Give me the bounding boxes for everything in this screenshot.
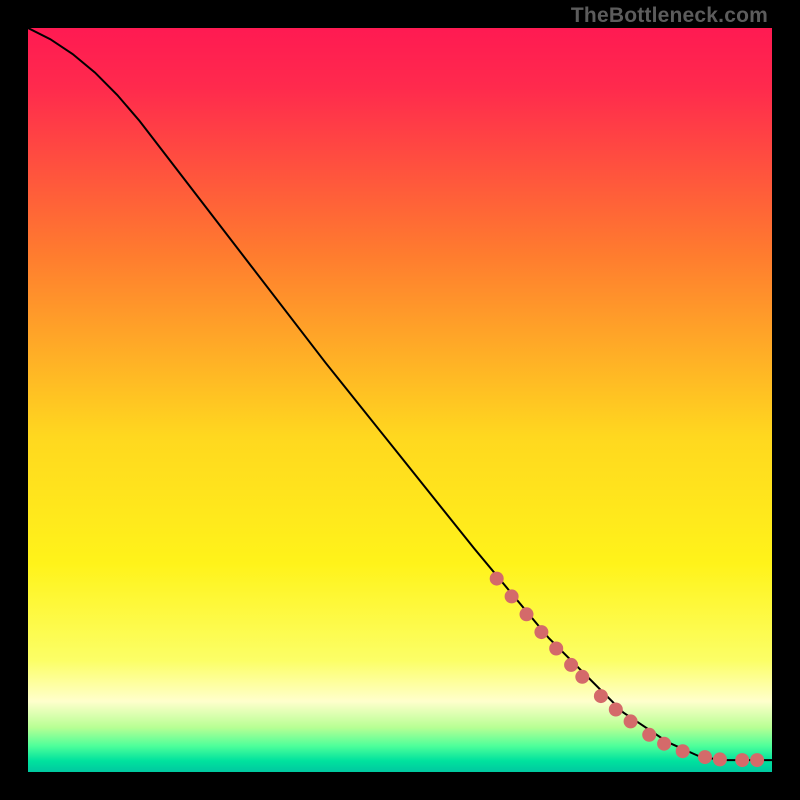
chart-svg (28, 28, 772, 772)
data-marker (624, 714, 638, 728)
data-marker (609, 703, 623, 717)
data-marker (505, 589, 519, 603)
data-marker (564, 658, 578, 672)
data-marker (534, 625, 548, 639)
data-marker (698, 750, 712, 764)
chart-area (28, 28, 772, 772)
data-marker (657, 737, 671, 751)
data-marker (575, 670, 589, 684)
data-marker (490, 572, 504, 586)
data-marker (520, 607, 534, 621)
data-marker (594, 689, 608, 703)
data-marker (713, 752, 727, 766)
gradient-background (28, 28, 772, 772)
data-marker (735, 753, 749, 767)
data-marker (549, 642, 563, 656)
data-marker (676, 744, 690, 758)
watermark-text: TheBottleneck.com (571, 4, 768, 28)
data-marker (750, 753, 764, 767)
data-marker (642, 728, 656, 742)
